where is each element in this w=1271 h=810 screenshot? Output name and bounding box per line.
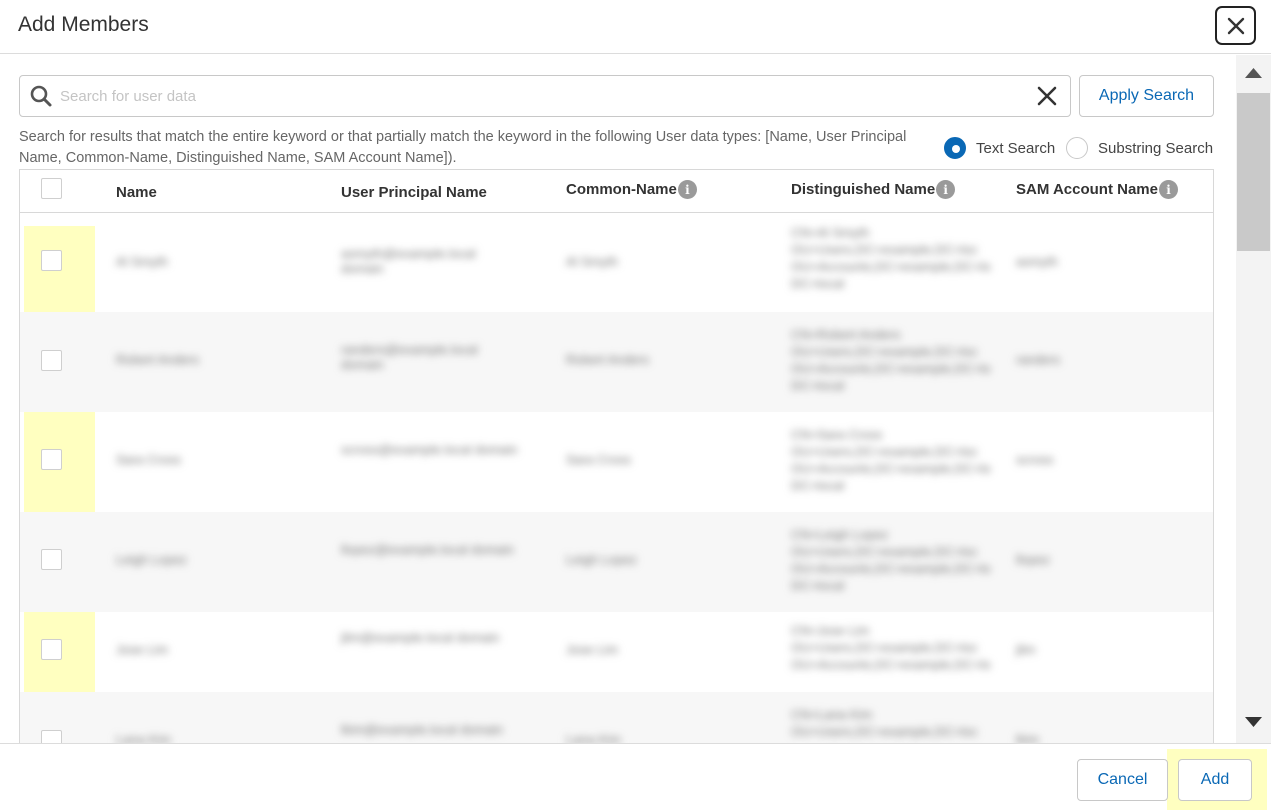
cell-name: Leigh Lopez xyxy=(116,552,187,567)
cell-sam-account-name: jlim xyxy=(1016,642,1036,657)
column-header-label: Name xyxy=(116,184,157,201)
cell-name: Sara Cross xyxy=(116,452,182,467)
dialog-title: Add Members xyxy=(18,13,149,36)
cell-common-name: Al Smyth xyxy=(566,254,619,269)
scroll-down-icon[interactable] xyxy=(1245,717,1262,727)
row-checkbox[interactable] xyxy=(41,449,62,470)
table-row[interactable]: Jose Lim jlim@example.local domain Jose … xyxy=(20,612,1213,692)
column-header-label: SAM Account Name xyxy=(1016,181,1158,198)
cell-name: Jose Lim xyxy=(116,642,169,657)
apply-search-button[interactable]: Apply Search xyxy=(1079,75,1214,117)
info-icon[interactable]: i xyxy=(936,180,956,199)
cell-upn: lkim@example.local domain xyxy=(341,722,504,737)
dialog-header: Add Members xyxy=(0,0,1271,54)
search-box xyxy=(19,75,1071,117)
column-header-upn[interactable]: User Principal Name xyxy=(341,184,487,201)
substring-search-label: Substring Search xyxy=(1098,139,1214,157)
table-row[interactable]: Robert Anders randers@example.local doma… xyxy=(20,312,1213,412)
scroll-up-icon[interactable] xyxy=(1245,68,1262,78)
cell-upn: randers@example.local domain xyxy=(341,342,478,372)
vertical-scrollbar[interactable] xyxy=(1236,55,1271,743)
text-search-option[interactable]: Text Search xyxy=(944,137,1055,159)
dialog-footer: Cancel Add xyxy=(0,743,1271,810)
cell-distinguished-name: CN=Jose Lim OU=Users,DC=example,DC=loc OU=… xyxy=(791,623,991,672)
info-icon[interactable]: i xyxy=(677,180,697,199)
close-button[interactable] xyxy=(1215,6,1256,45)
cell-distinguished-name: CN=Lana Kim OU=Users,DC=example,DC=loc xyxy=(791,707,978,739)
cell-sam-account-name: lkim xyxy=(1016,732,1040,743)
text-search-radio[interactable] xyxy=(944,137,966,159)
cell-name: Al Smyth xyxy=(116,254,169,269)
cell-distinguished-name: CN=Sara Cross OU=Users,DC=example,DC=loc O… xyxy=(791,427,991,493)
row-checkbox[interactable] xyxy=(41,549,62,570)
column-header-distinguished-name[interactable]: Distinguished Name i xyxy=(791,180,956,199)
column-header-label: User Principal Name xyxy=(341,184,487,201)
cell-distinguished-name: CN=Al Smyth OU=Users,DC=example,DC=loc OU=… xyxy=(791,225,991,291)
cell-distinguished-name: CN=Leigh Lopez OU=Users,DC=example,DC=loc… xyxy=(791,527,991,593)
cell-upn: asmyth@example.local domain xyxy=(341,246,476,276)
table-row[interactable]: Sara Cross scross@example.local domain S… xyxy=(20,412,1213,512)
add-button[interactable]: Add xyxy=(1178,759,1252,801)
text-search-label: Text Search xyxy=(976,139,1056,157)
substring-search-radio[interactable] xyxy=(1066,137,1088,159)
cell-common-name: Sara Cross xyxy=(566,452,632,467)
cell-upn: jlim@example.local domain xyxy=(341,630,500,645)
row-checkbox[interactable] xyxy=(41,639,62,660)
table-row[interactable]: Leigh Lopez llopez@example.local domain … xyxy=(20,512,1213,612)
search-help-text: Search for results that match the entire… xyxy=(19,129,907,166)
close-icon xyxy=(1227,17,1244,34)
scrollbar-thumb[interactable] xyxy=(1237,93,1270,251)
table-row[interactable]: Al Smyth asmyth@example.local domain Al … xyxy=(20,225,1213,312)
column-header-common-name[interactable]: Common-Name i xyxy=(566,180,697,199)
cell-common-name: Leigh Lopez xyxy=(566,552,637,567)
cell-upn: scross@example.local domain xyxy=(341,442,518,457)
dialog-body: Apply Search Search for results that mat… xyxy=(0,55,1271,743)
search-input[interactable] xyxy=(60,82,1020,110)
table-row[interactable]: Lana Kim lkim@example.local domain Lana … xyxy=(20,692,1213,743)
column-header-sam-account-name[interactable]: SAM Account Name i xyxy=(1016,180,1178,199)
row-checkbox[interactable] xyxy=(41,350,62,371)
table-header: Name User Principal Name Common-Name i D… xyxy=(20,170,1213,213)
column-header-name[interactable]: Name xyxy=(116,184,157,201)
cancel-button[interactable]: Cancel xyxy=(1077,759,1168,801)
cell-sam-account-name: randers xyxy=(1016,352,1061,367)
search-icon xyxy=(30,85,52,107)
cell-distinguished-name: CN=Robert Anders OU=Users,DC=example,DC=l… xyxy=(791,327,991,393)
cell-common-name: Lana Kim xyxy=(566,732,621,743)
cell-upn: llopez@example.local domain xyxy=(341,542,514,557)
row-checkbox[interactable] xyxy=(41,250,62,271)
cell-sam-account-name: scross xyxy=(1016,452,1054,467)
cell-common-name: Robert Anders xyxy=(566,352,650,367)
column-header-label: Common-Name xyxy=(566,181,677,198)
row-checkbox[interactable] xyxy=(41,730,62,743)
column-header-label: Distinguished Name xyxy=(791,181,936,198)
info-icon[interactable]: i xyxy=(1158,180,1178,199)
substring-search-option[interactable]: Substring Search xyxy=(1066,137,1213,159)
cell-name: Robert Anders xyxy=(116,352,200,367)
clear-search-icon[interactable] xyxy=(1036,85,1058,107)
cell-name: Lana Kim xyxy=(116,732,171,743)
users-table: Name User Principal Name Common-Name i D… xyxy=(19,169,1214,743)
cell-common-name: Jose Lim xyxy=(566,642,619,657)
cell-sam-account-name: asmyth xyxy=(1016,254,1058,269)
select-all-checkbox[interactable] xyxy=(41,178,62,199)
cell-sam-account-name: llopez xyxy=(1016,552,1050,567)
